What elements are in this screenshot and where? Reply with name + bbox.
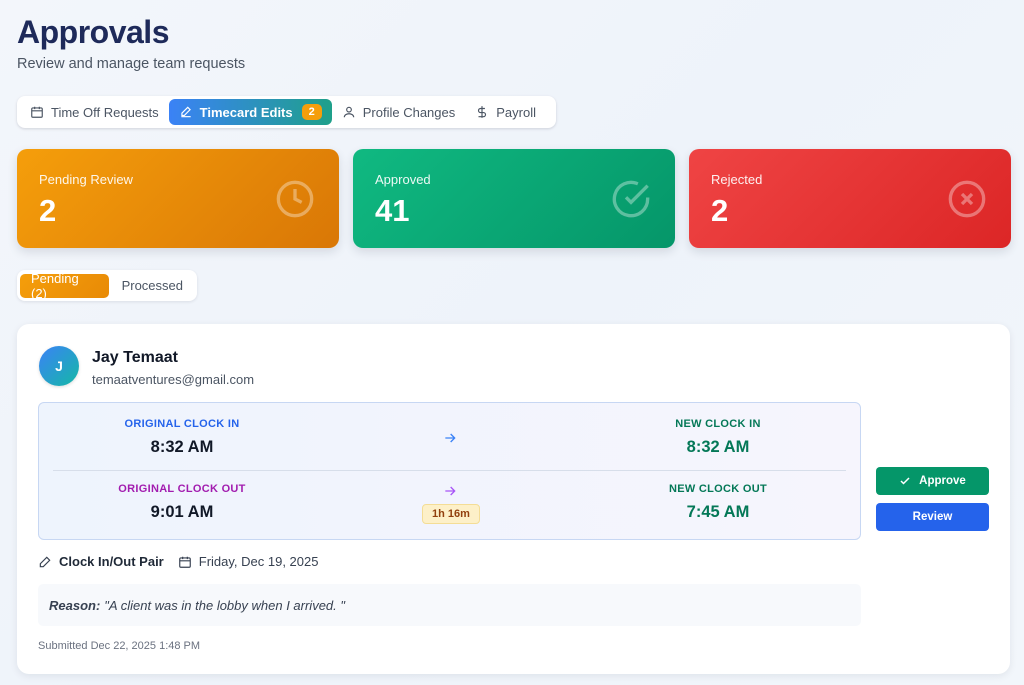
dollar-icon [478,106,487,118]
arrow-right-icon [445,486,456,496]
divider [53,470,846,471]
page-title: Approvals [17,14,169,50]
tab-label: Time Off Requests [51,104,159,120]
arrow-right-icon [445,433,456,443]
reason-text: "A client was in the lobby when I arrive… [104,597,345,613]
request-meta: Clock In/Out Pair Friday, Dec 19, 2025 [38,554,318,569]
calendar-icon [31,106,43,118]
new-clock-in-label: NEW CLOCK IN [675,418,761,430]
check-circle-icon [612,180,650,218]
user-icon [343,106,354,118]
edit-date: Friday, Dec 19, 2025 [198,554,319,569]
tab-payroll[interactable]: Payroll [465,99,546,125]
category-tabs: Time Off Requests Timecard Edits 2 Profi… [17,96,556,128]
avatar: J [39,346,79,386]
original-clock-in-time: 8:32 AM [150,438,214,456]
submitted-timestamp: Submitted Dec 22, 2025 1:48 PM [38,640,201,652]
check-icon [900,477,910,485]
tab-label: Timecard Edits [199,104,293,120]
original-clock-out-time: 9:01 AM [150,503,214,521]
time-comparison: ORIGINAL CLOCK IN 8:32 AM NEW CLOCK IN 8… [38,402,861,540]
new-clock-out-label: NEW CLOCK OUT [668,483,767,495]
pending-review-card: Pending Review 2 [17,149,339,248]
edit-type: Clock In/Out Pair [59,554,164,569]
tab-profile-changes[interactable]: Profile Changes [332,99,466,125]
status-filter: Pending (2) Processed [17,270,197,301]
rejected-card: Rejected 2 [689,149,1011,248]
tab-label: Profile Changes [362,104,456,120]
requester-name: Jay Temaat [92,349,178,366]
duration-badge: 1h 16m [422,504,480,524]
request-card: J Jay Temaat temaatventures@gmail.com OR… [17,324,1010,674]
tab-timecard-edits[interactable]: Timecard Edits 2 [168,99,332,125]
page-subtitle: Review and manage team requests [17,56,246,72]
x-circle-icon [948,180,986,218]
pencil-icon [180,106,191,118]
approve-label: Approve [919,475,966,487]
approved-card: Approved 41 [353,149,675,248]
new-clock-in-time: 8:32 AM [686,438,750,456]
reason-label: Reason: [49,597,101,613]
original-clock-in-label: ORIGINAL CLOCK IN [124,418,240,430]
tab-time-off-requests[interactable]: Time Off Requests [20,99,169,125]
approve-button[interactable]: Approve [876,467,989,495]
calendar-icon [178,556,191,568]
clock-icon [276,180,314,218]
original-clock-out-label: ORIGINAL CLOCK OUT [118,483,246,495]
requester-email: temaatventures@gmail.com [92,372,255,387]
pencil-icon [39,556,51,567]
review-label: Review [912,511,953,523]
count-badge: 2 [301,104,322,120]
filter-pending[interactable]: Pending (2) [20,271,109,301]
new-clock-out-time: 7:45 AM [686,503,750,521]
tab-label: Payroll [496,104,536,120]
review-button[interactable]: Review [876,503,989,531]
reason-box: Reason: "A client was in the lobby when … [38,584,861,626]
filter-processed[interactable]: Processed [111,274,194,298]
